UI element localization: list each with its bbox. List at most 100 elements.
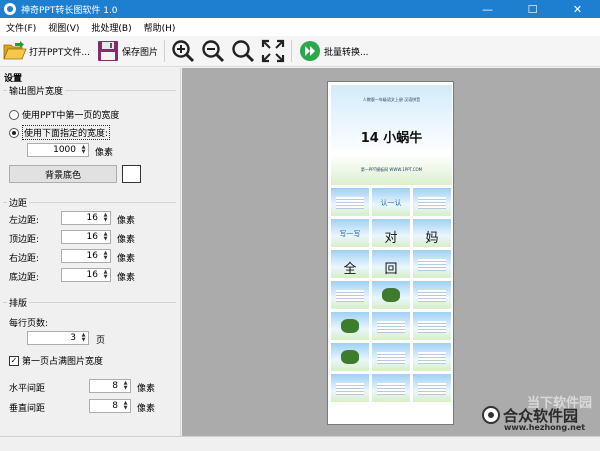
background-color-button[interactable]: 背景底色 bbox=[9, 165, 117, 183]
slide-thumbnail: 写一写 bbox=[331, 219, 369, 247]
thumb-heading: 写一写 bbox=[339, 230, 361, 238]
slide-thumbnail: 全 bbox=[331, 250, 369, 278]
open-ppt-button[interactable]: 打开PPT文件... bbox=[0, 37, 93, 65]
slide-thumbnail: 对 bbox=[372, 219, 410, 247]
layout-title: 排版 bbox=[7, 296, 30, 309]
h-spacing-spinbox[interactable]: 8 ▲ ▼ bbox=[89, 379, 131, 393]
left-margin-label: 左边距: bbox=[9, 216, 40, 226]
menu-batch[interactable]: 批处理(B) bbox=[91, 21, 131, 34]
first-page-full-checkbox-row[interactable]: ✓ 第一页占满图片宽度 bbox=[9, 354, 103, 367]
slide-thumbnail: 回 bbox=[372, 250, 410, 278]
save-image-label: 保存图片 bbox=[121, 47, 158, 58]
h-spacing-value: 8 bbox=[112, 381, 118, 391]
spin-arrows-icon[interactable]: ▲ ▼ bbox=[79, 332, 88, 344]
layout-group: 排版 每行页数: 3 ▲ ▼ 页 ✓ 第一页占满图片宽度 水平间距 8 ▲ ▼ 像素… bbox=[3, 296, 176, 434]
slide-thumbnail bbox=[331, 374, 369, 402]
menu-help[interactable]: 帮助(H) bbox=[144, 21, 176, 34]
menu-view[interactable]: 视图(V) bbox=[48, 21, 79, 34]
slide-thumbnail bbox=[413, 374, 451, 402]
slide-title: 14 小蜗牛 bbox=[360, 131, 423, 146]
watermark-url: www.hezhong.net bbox=[504, 423, 586, 432]
thumb-text-block bbox=[418, 197, 446, 209]
floppy-save-icon bbox=[96, 39, 120, 63]
per-row-spinbox[interactable]: 3 ▲ ▼ bbox=[27, 331, 89, 345]
slide-thumbnail bbox=[413, 188, 451, 216]
first-page-full-label: 第一页占满图片宽度 bbox=[22, 357, 104, 367]
width-spinbox[interactable]: 1000 ▲ ▼ bbox=[27, 143, 89, 157]
zoom-out-button[interactable] bbox=[198, 37, 228, 65]
bottom-margin-spinbox[interactable]: 16 ▲ ▼ bbox=[61, 268, 111, 282]
radio-first-page-width[interactable]: 使用PPT中第一页的宽度 bbox=[9, 108, 119, 121]
thumb-character: 回 bbox=[384, 262, 398, 277]
first-page-full-checkbox[interactable]: ✓ bbox=[9, 355, 19, 366]
spin-arrows-icon[interactable]: ▲ ▼ bbox=[101, 250, 110, 262]
batch-convert-button[interactable]: 批量转换... bbox=[295, 37, 372, 65]
batch-convert-label: 批量转换... bbox=[323, 47, 369, 58]
right-margin-unit: 像素 bbox=[117, 254, 136, 264]
h-spacing-unit: 像素 bbox=[137, 384, 156, 394]
v-spacing-label: 垂直间距 bbox=[9, 404, 46, 414]
bottom-margin-label: 底边距: bbox=[9, 273, 40, 283]
thumb-character: 对 bbox=[384, 231, 398, 246]
slide-footer: 第一PPT模板网 WWW.1PPT.COM bbox=[360, 167, 423, 172]
batch-convert-icon bbox=[298, 39, 322, 63]
spin-arrows-icon[interactable]: ▲ ▼ bbox=[101, 212, 110, 224]
thumb-text-block bbox=[377, 383, 405, 395]
thumb-text-block bbox=[418, 352, 446, 364]
maximize-button[interactable]: ☐ bbox=[510, 0, 555, 18]
thumb-picture bbox=[382, 288, 400, 302]
background-color-swatch[interactable] bbox=[122, 165, 141, 183]
minimize-button[interactable]: — bbox=[465, 0, 510, 18]
close-button[interactable]: ✕ bbox=[555, 0, 600, 18]
preview-area[interactable]: 人教版一年级语文上册 汉语拼音 14 小蜗牛 第一PPT模板网 WWW.1PPT… bbox=[182, 68, 600, 436]
long-image-preview[interactable]: 人教版一年级语文上册 汉语拼音 14 小蜗牛 第一PPT模板网 WWW.1PPT… bbox=[327, 81, 454, 425]
slide-thumbnail: 妈 bbox=[413, 219, 451, 247]
slide-thumbnail bbox=[413, 250, 451, 278]
v-spacing-spinbox[interactable]: 8 ▲ ▼ bbox=[89, 399, 131, 413]
spin-arrows-icon[interactable]: ▲ ▼ bbox=[101, 269, 110, 281]
top-margin-spinbox[interactable]: 16 ▲ ▼ bbox=[61, 230, 111, 244]
menu-bar: 文件(F) 视图(V) 批处理(B) 帮助(H) bbox=[0, 18, 600, 36]
thumb-text-block bbox=[418, 321, 446, 333]
h-spacing-label: 水平间距 bbox=[9, 384, 46, 394]
slide-thumbnail bbox=[331, 343, 369, 371]
radio-custom-width[interactable]: 使用下面指定的宽度: bbox=[9, 125, 111, 140]
site-watermark: 当下软件园 合众软件园 www.hezhong.net bbox=[482, 392, 594, 434]
app-window: 神奇PPT转长图软件 1.0 — ☐ ✕ 文件(F) 视图(V) 批处理(B) … bbox=[0, 0, 600, 451]
width-unit: 像素 bbox=[95, 148, 114, 158]
window-title: 神奇PPT转长图软件 1.0 bbox=[21, 5, 118, 16]
slide-thumbnail bbox=[413, 281, 451, 309]
top-margin-label: 顶边距: bbox=[9, 235, 40, 245]
bottom-margin-unit: 像素 bbox=[117, 273, 136, 283]
spin-arrows-icon[interactable]: ▲ ▼ bbox=[121, 400, 130, 412]
open-ppt-label: 打开PPT文件... bbox=[29, 47, 90, 58]
right-margin-label: 右边距: bbox=[9, 254, 40, 264]
spin-arrows-icon[interactable]: ▲ ▼ bbox=[79, 144, 88, 156]
title-bar: 神奇PPT转长图软件 1.0 — ☐ ✕ bbox=[0, 0, 600, 18]
radio-custom-label: 使用下面指定的宽度: bbox=[22, 125, 111, 140]
thumb-heading: 认一认 bbox=[380, 199, 402, 207]
fit-window-button[interactable] bbox=[258, 37, 288, 65]
zoom-reset-icon bbox=[231, 39, 255, 63]
zoom-reset-button[interactable] bbox=[228, 37, 258, 65]
spin-arrows-icon[interactable]: ▲ ▼ bbox=[101, 231, 110, 243]
slide-thumbnail: 认一认 bbox=[372, 188, 410, 216]
thumb-text-block bbox=[336, 383, 364, 395]
thumb-text-block bbox=[336, 290, 364, 302]
margins-title: 边距 bbox=[7, 196, 30, 209]
radio-button[interactable] bbox=[9, 109, 19, 120]
v-spacing-unit: 像素 bbox=[137, 404, 156, 414]
right-margin-spinbox[interactable]: 16 ▲ ▼ bbox=[61, 249, 111, 263]
per-row-value: 3 bbox=[70, 333, 76, 343]
output-width-title: 输出图片宽度 bbox=[7, 84, 66, 97]
radio-button-selected[interactable] bbox=[9, 127, 19, 138]
save-image-button[interactable]: 保存图片 bbox=[93, 37, 161, 65]
zoom-in-button[interactable] bbox=[168, 37, 198, 65]
thumb-text-block bbox=[418, 290, 446, 302]
output-width-group: 输出图片宽度 使用PPT中第一页的宽度 使用下面指定的宽度: 1000 ▲ ▼ 像… bbox=[3, 84, 176, 188]
right-margin-value: 16 bbox=[86, 251, 98, 261]
menu-file[interactable]: 文件(F) bbox=[6, 21, 36, 34]
spin-arrows-icon[interactable]: ▲ ▼ bbox=[121, 380, 130, 392]
left-margin-spinbox[interactable]: 16 ▲ ▼ bbox=[61, 211, 111, 225]
slide-thumbnail bbox=[331, 281, 369, 309]
